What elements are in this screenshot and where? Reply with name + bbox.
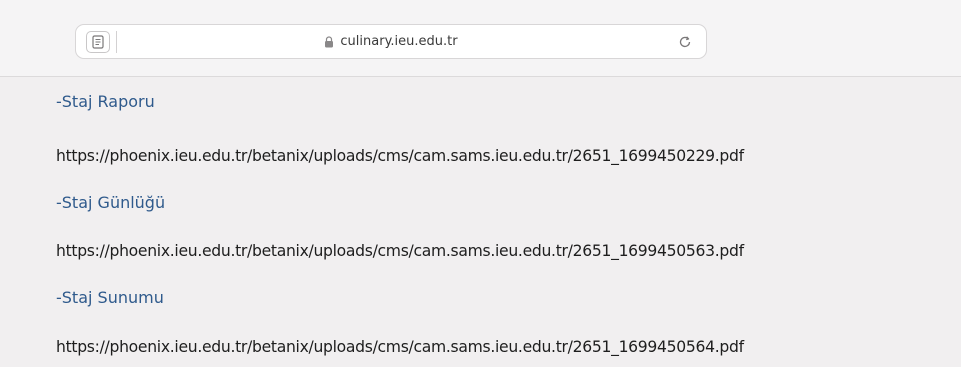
entry-title-staj-sunumu: -Staj Sunumu	[56, 288, 164, 307]
entry-title-staj-gunlugu: -Staj Günlüğü	[56, 193, 166, 212]
entry-link-staj-sunumu[interactable]: https://phoenix.ieu.edu.tr/betanix/uploa…	[56, 338, 744, 356]
reader-mode-icon[interactable]	[86, 31, 110, 53]
url-text[interactable]: culinary.ieu.edu.tr	[340, 34, 457, 49]
entry-title-staj-raporu: -Staj Raporu	[56, 92, 155, 111]
address-bar-divider	[116, 31, 117, 53]
reload-icon[interactable]	[674, 31, 696, 53]
address-bar[interactable]: culinary.ieu.edu.tr	[75, 24, 707, 59]
lock-icon	[324, 35, 334, 48]
browser-toolbar: culinary.ieu.edu.tr	[0, 0, 961, 77]
entry-link-staj-raporu[interactable]: https://phoenix.ieu.edu.tr/betanix/uploa…	[56, 147, 744, 165]
entry-link-staj-gunlugu[interactable]: https://phoenix.ieu.edu.tr/betanix/uploa…	[56, 242, 744, 260]
